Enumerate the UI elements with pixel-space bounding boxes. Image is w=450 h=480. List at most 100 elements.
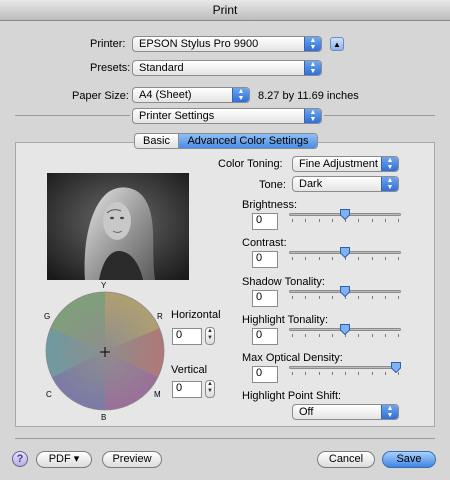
slider-tick: [358, 219, 360, 222]
slider-label: Brightness:: [242, 199, 298, 211]
separator-right: [324, 115, 435, 116]
paper-size-value: A4 (Sheet): [139, 89, 192, 101]
horizontal-stepper[interactable]: ▲ ▼: [205, 327, 215, 345]
slider-tick: [305, 296, 307, 299]
slider-tick: [398, 296, 399, 299]
vertical-stepper[interactable]: ▲ ▼: [205, 380, 215, 398]
slider-tick: [371, 257, 373, 260]
window-titlebar[interactable]: Print: [0, 0, 450, 21]
slider-label: Shadow Tonality:: [242, 276, 325, 288]
slider-value-field[interactable]: 0: [252, 251, 278, 268]
slider-tick: [292, 219, 293, 222]
presets-value: Standard: [139, 62, 184, 74]
updown-arrows-icon: ▲ ▼: [304, 61, 321, 75]
wheel-label-b: B: [101, 413, 107, 422]
slider-tick: [358, 296, 360, 299]
slider-knob[interactable]: [340, 286, 350, 298]
slider-tick: [358, 257, 360, 260]
vertical-field[interactable]: 0: [172, 381, 202, 398]
slider-value-field[interactable]: 0: [252, 328, 278, 345]
tone-value: Dark: [299, 178, 323, 190]
presets-label: Presets:: [90, 62, 131, 74]
slider-tick: [292, 257, 293, 260]
slider-track[interactable]: [289, 366, 401, 369]
printer-label: Printer:: [90, 38, 126, 50]
slider-tick: [398, 219, 399, 222]
slider-tick: [318, 372, 320, 375]
separator-left: [15, 115, 130, 116]
slider-tick: [292, 296, 293, 299]
slider-tick: [331, 219, 333, 222]
updown-arrows-icon: ▲ ▼: [232, 88, 249, 102]
help-icon: ?: [16, 453, 24, 465]
slider-label: Max Optical Density:: [242, 352, 343, 364]
highlight-point-shift-label: Highlight Point Shift:: [242, 390, 342, 402]
section-popup[interactable]: Printer Settings ▲ ▼: [132, 108, 322, 124]
slider-tick: [398, 334, 399, 337]
color-toning-popup[interactable]: Fine Adjustment ▲ ▼: [292, 156, 399, 172]
slider-tick: [318, 257, 320, 260]
slider-tick: [371, 372, 373, 375]
highlight-point-shift-value: Off: [299, 406, 314, 418]
highlight-point-shift-popup[interactable]: Off ▲ ▼: [292, 404, 399, 420]
preview-image: [47, 173, 189, 280]
updown-arrows-icon: ▲ ▼: [304, 37, 321, 51]
horizontal-label: Horizontal: [171, 309, 221, 321]
slider-tick: [318, 296, 320, 299]
presets-popup[interactable]: Standard ▲ ▼: [132, 60, 322, 76]
slider-tick: [384, 257, 386, 260]
vertical-label: Vertical: [171, 364, 208, 376]
slider-tick: [384, 372, 386, 375]
disclosure-button[interactable]: ▲: [330, 37, 344, 51]
color-wheel[interactable]: [45, 291, 165, 411]
paper-size-popup[interactable]: A4 (Sheet) ▲ ▼: [132, 87, 250, 103]
slider-tick: [305, 257, 307, 260]
tab-bar: Basic Advanced Color Settings: [134, 133, 318, 149]
slider-value-field[interactable]: 0: [252, 290, 278, 307]
slider-tick: [345, 372, 346, 375]
slider-tick: [292, 334, 293, 337]
paper-dimensions: 8.27 by 11.69 inches: [258, 90, 359, 102]
save-button[interactable]: Save: [382, 451, 436, 468]
horizontal-field[interactable]: 0: [172, 328, 202, 345]
printer-value: EPSON Stylus Pro 9900: [139, 38, 259, 50]
slider-knob[interactable]: [340, 324, 350, 336]
slider-tick: [371, 219, 373, 222]
tab-basic[interactable]: Basic: [135, 134, 179, 148]
slider-tick: [358, 372, 360, 375]
slider-knob[interactable]: [391, 362, 401, 374]
slider-tick: [305, 372, 307, 375]
slider-value-field[interactable]: 0: [252, 213, 278, 230]
cancel-button[interactable]: Cancel: [317, 451, 375, 468]
slider-label: Contrast:: [242, 237, 287, 249]
slider-tick: [318, 219, 320, 222]
updown-arrows-icon: ▲ ▼: [304, 109, 321, 123]
tab-advanced-color-settings[interactable]: Advanced Color Settings: [179, 134, 317, 148]
tone-popup[interactable]: Dark ▲ ▼: [292, 176, 399, 192]
paper-size-label: Paper Size:: [72, 90, 129, 102]
slider-label: Highlight Tonality:: [242, 314, 329, 326]
updown-arrows-icon: ▲ ▼: [381, 405, 398, 419]
pdf-button[interactable]: PDF ▾: [36, 451, 92, 468]
section-value: Printer Settings: [139, 110, 215, 122]
color-toning-label: Color Toning:: [218, 158, 283, 170]
window-title: Print: [212, 3, 238, 17]
updown-arrows-icon: ▲ ▼: [381, 157, 398, 171]
slider-tick: [371, 296, 373, 299]
footer-separator: [15, 438, 435, 439]
slider-tick: [331, 257, 333, 260]
wheel-label-y: Y: [101, 281, 107, 290]
tone-label: Tone:: [259, 179, 286, 191]
slider-tick: [371, 334, 373, 337]
slider-tick: [384, 219, 386, 222]
slider-tick: [331, 334, 333, 337]
slider-value-field[interactable]: 0: [252, 366, 278, 383]
slider-tick: [305, 334, 307, 337]
help-button[interactable]: ?: [12, 451, 28, 467]
slider-tick: [358, 334, 360, 337]
printer-popup[interactable]: EPSON Stylus Pro 9900 ▲ ▼: [132, 36, 322, 52]
slider-tick: [292, 372, 293, 375]
slider-knob[interactable]: [340, 247, 350, 259]
slider-knob[interactable]: [340, 209, 350, 221]
preview-button[interactable]: Preview: [102, 451, 162, 468]
